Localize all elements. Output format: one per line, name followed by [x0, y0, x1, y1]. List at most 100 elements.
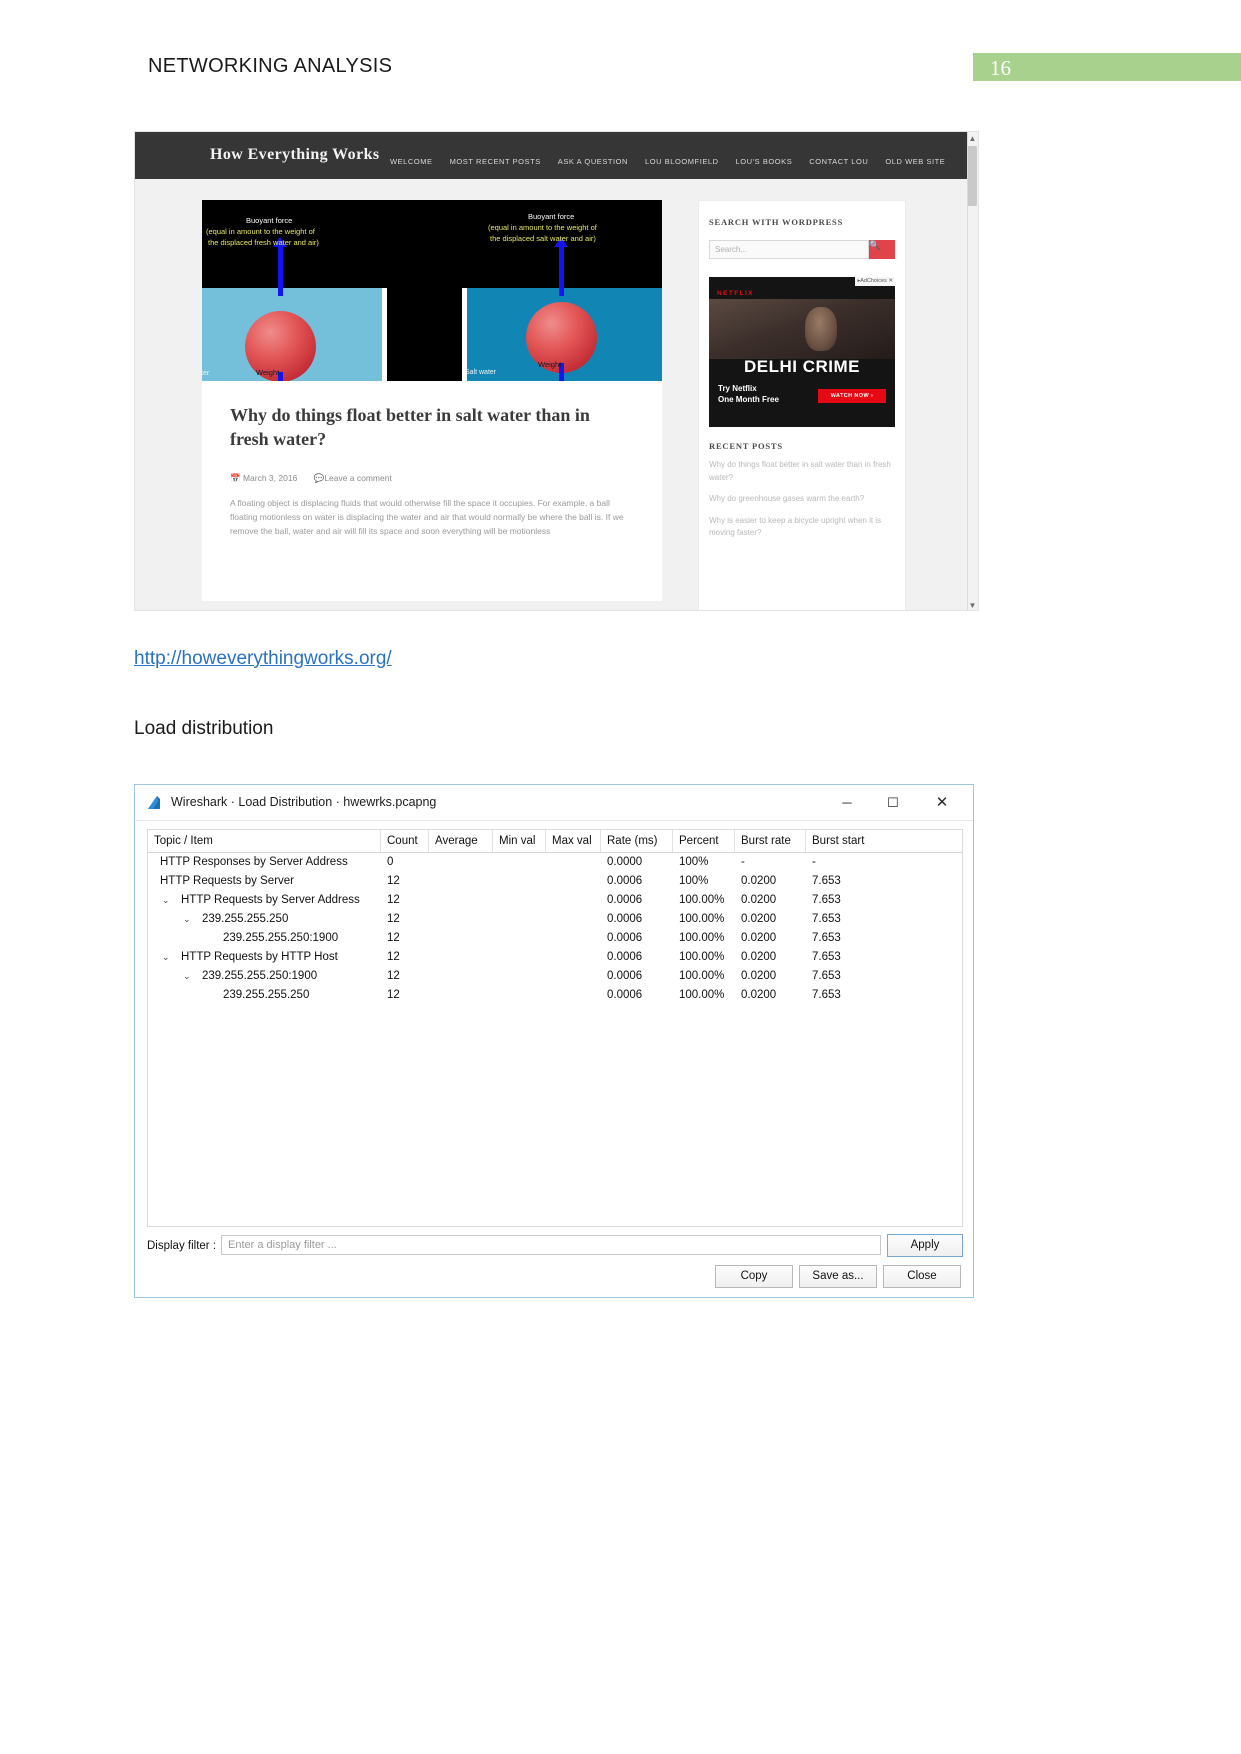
external-link[interactable]: http://howeverythingworks.org/: [134, 648, 392, 670]
ad-title: DELHI CRIME: [744, 357, 860, 376]
table-row[interactable]: HTTP Responses by Server Address 0 0.0000 1…: [148, 853, 962, 872]
nav-item-lou-bloomfield[interactable]: LOU BLOOMFIELD: [645, 157, 719, 166]
minimize-button[interactable]: ─: [824, 785, 870, 820]
cell-average: [429, 891, 499, 910]
cell-topic-item: 239.255.255.250: [223, 989, 310, 1001]
nav-item-old-web-site[interactable]: OLD WEB SITE: [885, 157, 945, 166]
wireshark-title-text: Wireshark · Load Distribution · hwewrks.…: [171, 795, 437, 809]
search-icon[interactable]: 🔍: [869, 240, 895, 259]
ad-choices-label[interactable]: ▸AdChoices ✕: [855, 277, 895, 286]
cell-burst-rate: 0.0200: [741, 932, 777, 944]
buoyant-force-detail1-fresh: (equal in amount to the weight of: [206, 227, 315, 236]
expand-collapse-icon[interactable]: ⌄: [162, 948, 170, 967]
cell-average: [429, 948, 499, 967]
scroll-up-arrow-icon[interactable]: ▲: [968, 133, 977, 144]
scrollbar-thumb[interactable]: [968, 146, 977, 206]
article-comment-link[interactable]: 💬Leave a comment: [314, 473, 392, 483]
column-header-rate-ms[interactable]: Rate (ms): [601, 830, 673, 852]
cell-rate: 0.0006: [607, 970, 643, 982]
nav-item-contact-lou[interactable]: CONTACT LOU: [809, 157, 868, 166]
cell-topic-item: 239.255.255.250: [202, 913, 289, 925]
cell-burst-rate: 0.0200: [741, 913, 777, 925]
table-row[interactable]: ⌄ 239.255.255.250 12 0.0006 100.00% 0.0200 7.6…: [148, 910, 962, 929]
expand-collapse-icon[interactable]: ⌄: [183, 967, 191, 986]
cell-burst-rate: 0.0200: [741, 970, 777, 982]
cell-topic-item: HTTP Responses by Server Address: [160, 856, 348, 868]
search-widget-heading: SEARCH WITH WORDPRESS: [709, 217, 844, 227]
nav-item-welcome[interactable]: WELCOME: [390, 157, 433, 166]
copy-button[interactable]: Copy: [715, 1265, 793, 1288]
fresh-water-label: ter: [202, 370, 210, 377]
maximize-button[interactable]: ☐: [870, 785, 916, 820]
cell-burst-start: 7.653: [812, 894, 841, 906]
document-header: NETWORKING ANALYSIS 16: [0, 0, 1241, 110]
buoyant-force-detail1-salt: (equal in amount to the weight of: [488, 223, 597, 232]
cell-percent: 100%: [679, 875, 709, 887]
column-header-average[interactable]: Average: [429, 830, 493, 852]
expand-collapse-icon[interactable]: ⌄: [148, 872, 149, 891]
article-body: A floating object is displacing fluids t…: [230, 498, 624, 536]
expand-collapse-icon[interactable]: ⌄: [162, 891, 170, 910]
site-brand: How Everything Works: [210, 146, 380, 163]
cell-rate: 0.0006: [607, 894, 643, 906]
apply-button[interactable]: Apply: [887, 1234, 963, 1257]
table-header-row: Topic / Item Count Average Min val Max v…: [148, 830, 962, 853]
cell-burst-rate: -: [741, 856, 745, 868]
nav-item-most-recent-posts[interactable]: MOST RECENT POSTS: [450, 157, 541, 166]
column-header-count[interactable]: Count: [381, 830, 429, 852]
page-scrollbar[interactable]: ▲ ▼: [967, 132, 978, 610]
cell-percent: 100.00%: [679, 970, 725, 982]
ad-subtitle: Try Netflix One Month Free: [718, 384, 779, 404]
article-title: Why do things float better in salt water…: [230, 405, 590, 449]
article-meta: 📅 March 3, 2016 💬Leave a comment: [230, 473, 392, 484]
netflix-logo: NETFLIX: [717, 290, 754, 297]
cell-percent: 100.00%: [679, 951, 725, 963]
column-header-burst-start[interactable]: Burst start: [806, 830, 962, 852]
cell-average: [429, 872, 499, 891]
nav-item-lous-books[interactable]: LOU'S BOOKS: [736, 157, 793, 166]
figure-gap-panel: [387, 200, 462, 381]
close-window-button[interactable]: ✕: [919, 785, 965, 820]
column-header-topic-item[interactable]: Topic / Item: [148, 830, 381, 852]
column-header-min-val[interactable]: Min val: [493, 830, 546, 852]
browser-screenshot: How Everything Works WELCOME MOST RECENT …: [134, 131, 979, 611]
display-filter-input[interactable]: Enter a display filter ...: [221, 1235, 881, 1255]
close-button[interactable]: Close: [883, 1265, 961, 1288]
expand-collapse-icon[interactable]: ⌄: [183, 910, 191, 929]
cell-burst-start: 7.653: [812, 913, 841, 925]
search-input[interactable]: Search...: [709, 240, 869, 259]
cell-burst-start: 7.653: [812, 875, 841, 887]
list-item[interactable]: Why do things float better in salt water…: [709, 459, 895, 484]
column-header-burst-rate[interactable]: Burst rate: [735, 830, 806, 852]
cell-topic-item: 239.255.255.250:1900: [223, 932, 339, 944]
cell-topic-item: HTTP Requests by Server Address: [181, 894, 360, 906]
table-row[interactable]: ⌄ HTTP Requests by Server Address 12 0.0006…: [148, 891, 962, 910]
cell-average: [429, 929, 499, 948]
advertisement[interactable]: ▸AdChoices ✕ NETFLIX DELHI CRIME Try Net…: [709, 277, 895, 427]
table-row[interactable]: 239.255.255.250 12 0.0006 100.00% 0.0200 7.65…: [148, 986, 962, 1005]
figure-fresh-water-panel: Buoyant force (equal in amount to the we…: [202, 200, 387, 381]
list-item[interactable]: Why is easier to keep a bicycle upright …: [709, 515, 895, 540]
recent-posts-heading: RECENT POSTS: [709, 441, 783, 451]
cell-topic-item: HTTP Requests by HTTP Host: [181, 951, 338, 963]
list-item[interactable]: Why do greenhouse gases warm the earth?: [709, 493, 895, 506]
table-row[interactable]: ⌄ 239.255.255.250:1900 12 0.0006 100.00% 0.02…: [148, 967, 962, 986]
table-row[interactable]: 239.255.255.250:1900 12 0.0006 100.00% 0.020…: [148, 929, 962, 948]
cell-rate: 0.0006: [607, 913, 643, 925]
search-widget: Search... 🔍: [709, 240, 895, 259]
cell-average: [429, 986, 499, 1005]
nav-item-ask-a-question[interactable]: ASK A QUESTION: [558, 157, 628, 166]
table-row[interactable]: ⌄HTTP Requests by Server120.0006100%0.02…: [148, 872, 962, 891]
scroll-down-arrow-icon[interactable]: ▼: [968, 600, 977, 610]
column-header-max-val[interactable]: Max val: [546, 830, 601, 852]
save-as-button[interactable]: Save as...: [799, 1265, 877, 1288]
ad-watch-now-button[interactable]: WATCH NOW ›: [818, 389, 886, 403]
figure-divider-bar-right: [462, 288, 467, 381]
column-header-percent[interactable]: Percent: [673, 830, 735, 852]
ad-person-image: [805, 307, 837, 351]
cell-average: [429, 853, 499, 872]
table-row[interactable]: ⌄ HTTP Requests by HTTP Host 12 0.0006 100.0…: [148, 948, 962, 967]
cell-percent: 100.00%: [679, 932, 725, 944]
cell-topic-item: HTTP Requests by Server: [160, 875, 295, 887]
wireshark-titlebar: Wireshark · Load Distribution · hwewrks.…: [135, 785, 973, 821]
